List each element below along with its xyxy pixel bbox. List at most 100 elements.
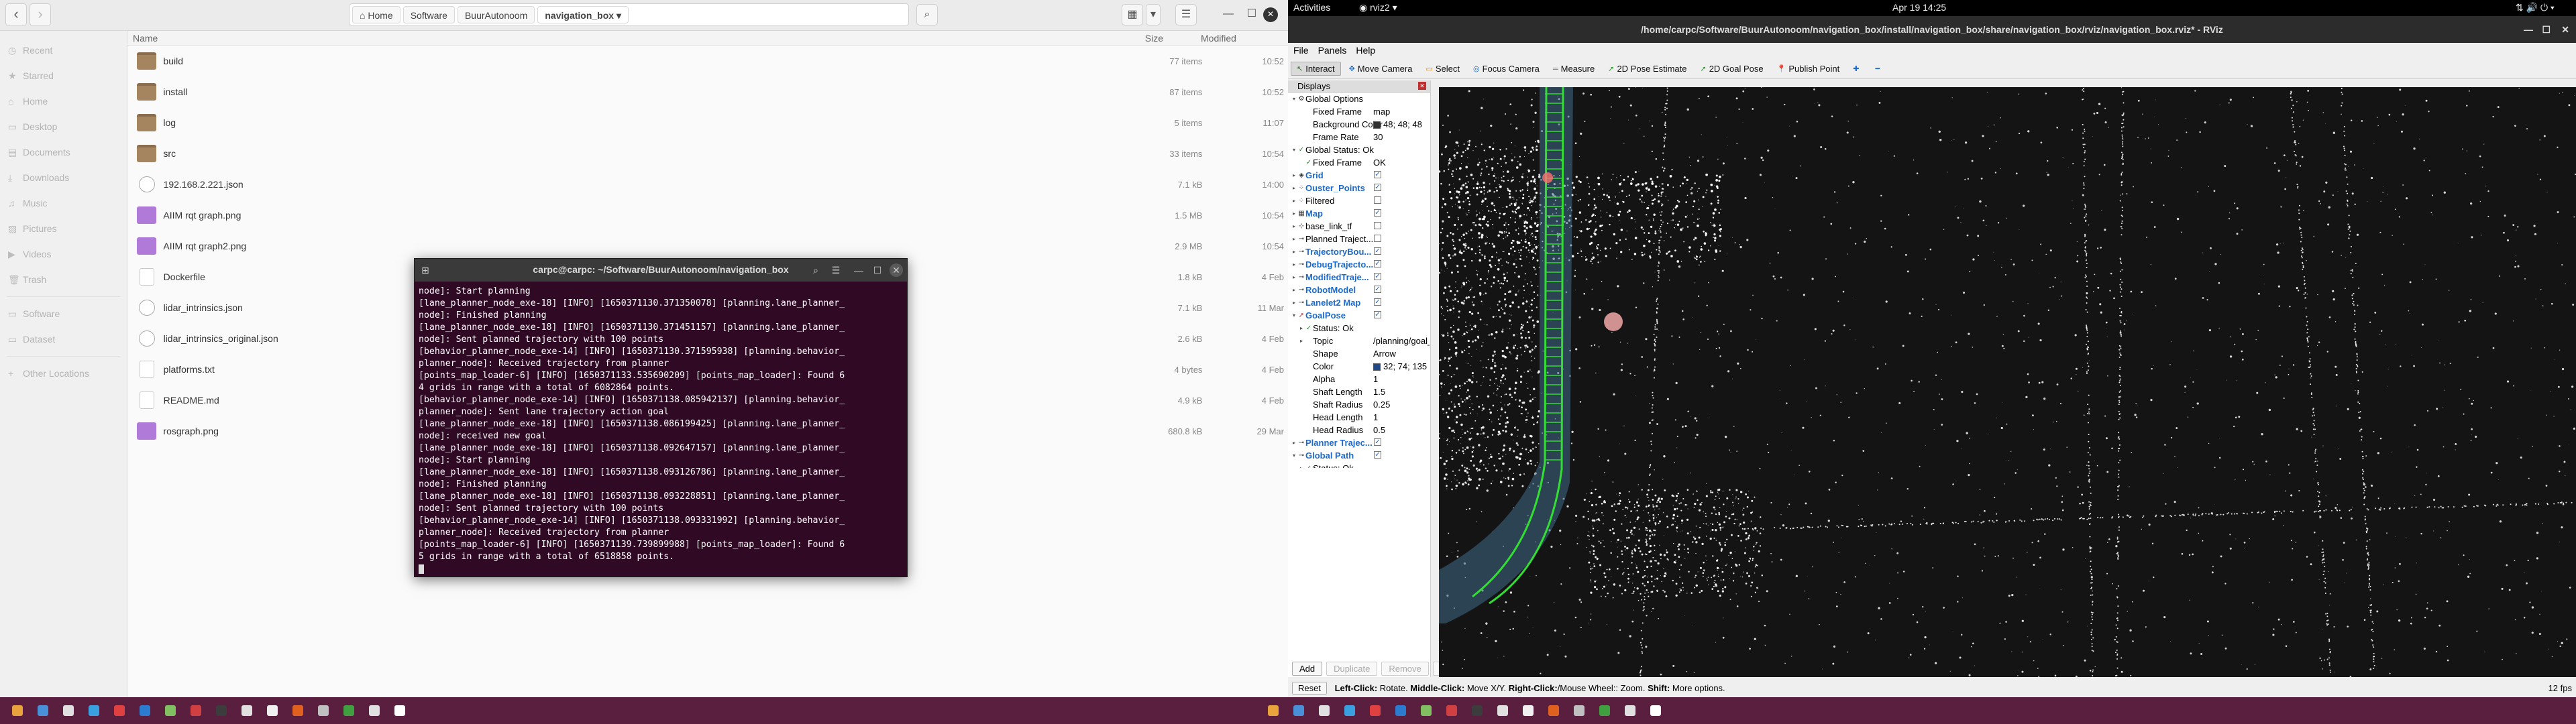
- file-row[interactable]: AIIM rqt graph2.png 2.9 MB 10:54: [127, 231, 1288, 261]
- display-tree-row[interactable]: ▸ ⊸ Planned Traject...: [1288, 233, 1430, 245]
- sidebar-item-pictures[interactable]: ▨ Pictures: [0, 216, 127, 241]
- expand-arrow-icon[interactable]: ▸: [1298, 465, 1305, 468]
- display-tree-row[interactable]: ▸Topic/planning/goal_pose: [1288, 335, 1430, 347]
- file-row[interactable]: log 5 items 11:07: [127, 107, 1288, 138]
- sidebar-item-documents[interactable]: ▤ Documents: [0, 139, 127, 165]
- expand-arrow-icon[interactable]: ▸: [1298, 338, 1305, 344]
- enabled-checkbox[interactable]: ✓: [1374, 273, 1381, 280]
- tool-2d-goal-pose[interactable]: ➚ 2D Goal Pose: [1695, 62, 1768, 75]
- file-row[interactable]: AIIM rqt graph.png 1.5 MB 10:54: [127, 200, 1288, 231]
- display-tree-row[interactable]: ▸ ⊸ ModifiedTraje... ✓: [1288, 271, 1430, 284]
- enabled-checkbox[interactable]: ✓: [1374, 184, 1381, 191]
- expand-arrow-icon[interactable]: ▸: [1291, 236, 1297, 242]
- clock[interactable]: Apr 19 14:25: [1892, 2, 1946, 13]
- display-tree-row[interactable]: Head Length 1: [1288, 411, 1430, 424]
- display-tree-row[interactable]: ✓ Fixed Frame OK: [1288, 156, 1430, 169]
- file-row[interactable]: src 33 items 10:54: [127, 138, 1288, 169]
- display-tree-row[interactable]: ▸ ⁘ Filtered: [1288, 194, 1430, 207]
- property-value[interactable]: OK: [1373, 158, 1430, 168]
- terminal-menu-button[interactable]: ☰: [829, 263, 843, 277]
- enabled-checkbox[interactable]: [1374, 235, 1381, 242]
- property-value[interactable]: 1: [1373, 412, 1430, 422]
- collapse-arrow-icon[interactable]: ▾: [1291, 96, 1297, 102]
- view-options-button[interactable]: ▾: [1146, 4, 1161, 25]
- display-tree-row[interactable]: Shaft Radius 0.25: [1288, 398, 1430, 411]
- display-tree-row[interactable]: Shape Arrow: [1288, 347, 1430, 360]
- tool-2d-pose-estimate[interactable]: ➚ 2D Pose Estimate: [1603, 62, 1692, 75]
- point-cloud-render[interactable]: [1439, 87, 2576, 677]
- breadcrumb-navigation-box[interactable]: navigation_box ▾: [537, 6, 629, 23]
- expand-arrow-icon[interactable]: ▸: [1291, 300, 1297, 306]
- enabled-checkbox[interactable]: ✓: [1374, 451, 1381, 459]
- expand-arrow-icon[interactable]: ▸: [1291, 274, 1297, 280]
- sidebar-item-recent[interactable]: ◷ Recent: [0, 38, 127, 63]
- property-value[interactable]: /planning/goal_pose: [1373, 336, 1430, 346]
- breadcrumb-home[interactable]: ⌂ Home: [352, 6, 400, 23]
- sidebar-item-software[interactable]: ▭ Software: [0, 301, 127, 326]
- file-row[interactable]: install 87 items 10:52: [127, 76, 1288, 107]
- column-size[interactable]: Size: [1020, 33, 1201, 44]
- display-tree-row[interactable]: Shaft Length 1.5: [1288, 385, 1430, 398]
- collapse-arrow-icon[interactable]: ▾: [1291, 147, 1297, 153]
- sidebar-item-other-locations[interactable]: + Other Locations: [0, 361, 127, 386]
- display-tree-row[interactable]: ▸ ⊸ Planner Trajec... ✓: [1288, 436, 1430, 449]
- expand-arrow-icon[interactable]: ▸: [1291, 261, 1297, 267]
- tool-select[interactable]: ▭ Select: [1420, 62, 1465, 75]
- enabled-checkbox[interactable]: ✓: [1374, 209, 1381, 217]
- display-tree-row[interactable]: Background Color 48; 48; 48: [1288, 118, 1430, 131]
- display-tree-row[interactable]: Frame Rate 30: [1288, 131, 1430, 143]
- duplicate-display-button[interactable]: Duplicate: [1326, 661, 1378, 676]
- add-display-button[interactable]: Add: [1292, 661, 1323, 676]
- display-tree-row[interactable]: ▸✓Status: Ok: [1288, 462, 1430, 468]
- expand-arrow-icon[interactable]: ▸: [1291, 172, 1297, 178]
- menu-panels[interactable]: Panels: [1313, 43, 1351, 58]
- enabled-checkbox[interactable]: ✓: [1374, 247, 1381, 255]
- property-value[interactable]: 0.5: [1373, 425, 1430, 435]
- enabled-checkbox[interactable]: ✓: [1374, 298, 1381, 306]
- enabled-checkbox[interactable]: ✓: [1374, 438, 1381, 446]
- view-toggle-button[interactable]: ▦: [1122, 4, 1143, 25]
- display-tree-row[interactable]: ▾ ✓ Global Status: Ok: [1288, 143, 1430, 156]
- display-tree-row[interactable]: ▾ ⊸ Global Path ✓: [1288, 449, 1430, 462]
- expand-arrow-icon[interactable]: ▸: [1291, 249, 1297, 255]
- sidebar-item-desktop[interactable]: ▭ Desktop: [0, 114, 127, 139]
- display-tree-row[interactable]: ▸ ⊸ TrajectoryBou... ✓: [1288, 245, 1430, 258]
- display-tree-row[interactable]: Color 32; 74; 135: [1288, 360, 1430, 373]
- property-value[interactable]: 48; 48; 48: [1373, 119, 1430, 129]
- back-button[interactable]: ‹: [5, 3, 27, 26]
- sidebar-item-trash[interactable]: 🗑 Trash: [0, 267, 127, 292]
- remove-display-button[interactable]: Remove: [1381, 661, 1429, 676]
- property-value[interactable]: 0.25: [1373, 400, 1430, 410]
- expand-arrow-icon[interactable]: ▸: [1291, 440, 1297, 446]
- terminal-maximize-button[interactable]: ☐: [871, 263, 884, 277]
- tool-publish-point[interactable]: 📍 Publish Point: [1772, 62, 1845, 75]
- maximize-icon[interactable]: ☐: [2542, 16, 2551, 43]
- display-tree-row[interactable]: ▸ ⊸ Lanelet2 Map ✓: [1288, 296, 1430, 309]
- sidebar-item-downloads[interactable]: ⤓ Downloads: [0, 165, 127, 190]
- sidebar-item-videos[interactable]: ▶ Videos: [0, 241, 127, 267]
- display-tree-row[interactable]: ▸ ⊹ base_link_tf: [1288, 220, 1430, 233]
- expand-arrow-icon[interactable]: ▸: [1298, 325, 1305, 331]
- menu-button[interactable]: ☰: [1175, 4, 1197, 25]
- expand-arrow-icon[interactable]: ▸: [1291, 210, 1297, 217]
- activities-button[interactable]: Activities: [1293, 2, 1330, 13]
- file-row[interactable]: 192.168.2.221.json 7.1 kB 14:00: [127, 169, 1288, 200]
- property-value[interactable]: 30: [1373, 132, 1430, 142]
- enabled-checkbox[interactable]: [1374, 222, 1381, 229]
- property-value[interactable]: Arrow: [1373, 349, 1430, 359]
- column-name[interactable]: Name: [127, 33, 1020, 44]
- display-tree-row[interactable]: ▸ ⊸ RobotModel ✓: [1288, 284, 1430, 296]
- 3d-viewport[interactable]: [1439, 87, 2576, 677]
- terminal-close-button[interactable]: ✕: [890, 263, 903, 277]
- collapse-arrow-icon[interactable]: ▾: [1291, 452, 1297, 459]
- enabled-checkbox[interactable]: ✓: [1374, 286, 1381, 293]
- expand-arrow-icon[interactable]: ▸: [1291, 185, 1297, 191]
- property-value[interactable]: 32; 74; 135: [1373, 361, 1430, 371]
- close-icon[interactable]: ✕: [2561, 16, 2569, 43]
- display-tree-row[interactable]: ▸✓Status: Ok: [1288, 322, 1430, 335]
- display-tree-row[interactable]: ▸ ◈ Grid ✓: [1288, 169, 1430, 182]
- system-tray[interactable]: ⇅ 🔊 ⏻ ▾: [2516, 2, 2555, 13]
- tool-measure[interactable]: ═ Measure: [1548, 62, 1600, 75]
- enabled-checkbox[interactable]: ✓: [1374, 260, 1381, 267]
- tool-interact[interactable]: ↖ Interact: [1291, 62, 1341, 76]
